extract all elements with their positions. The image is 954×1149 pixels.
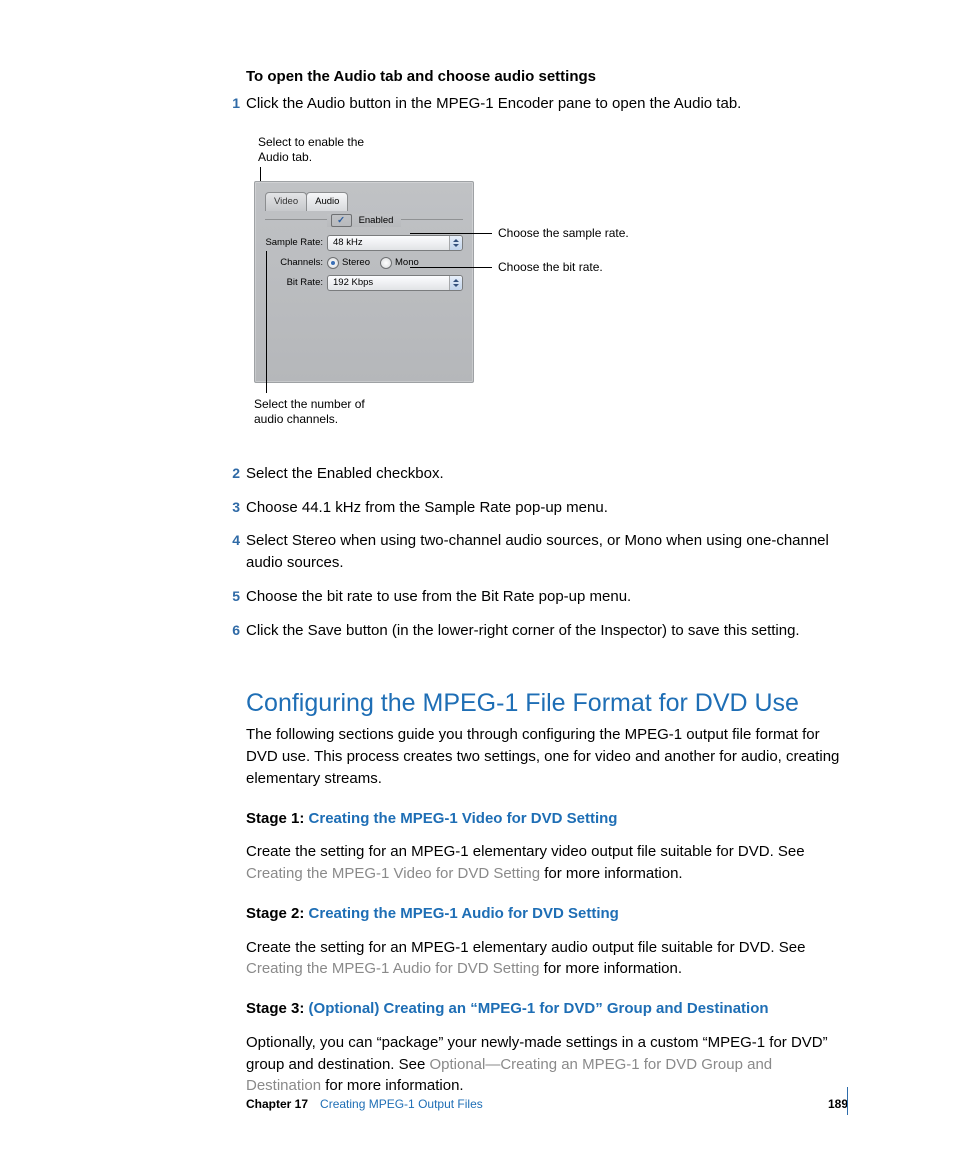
step-text: Choose 44.1 kHz from the Sample Rate pop… xyxy=(246,499,608,516)
section-intro: The following sections guide you through… xyxy=(246,724,848,789)
step-2: 2Select the Enabled checkbox. xyxy=(246,463,848,485)
radio-stereo[interactable] xyxy=(327,257,339,269)
step-text: Click the Save button (in the lower-righ… xyxy=(246,622,800,639)
stage3-body: Optionally, you can “package” your newly… xyxy=(246,1032,848,1097)
section-title: Configuring the MPEG-1 File Format for D… xyxy=(246,689,848,718)
step-text: Choose the bit rate to use from the Bit … xyxy=(246,588,631,605)
channels-label: Channels: xyxy=(265,256,327,270)
step-5: 5Choose the bit rate to use from the Bit… xyxy=(246,586,848,608)
footer-chapter: Chapter 17 xyxy=(246,1097,308,1111)
page-footer: Chapter 17 Creating MPEG-1 Output Files … xyxy=(246,1097,848,1111)
stage1-body: Create the setting for an MPEG-1 element… xyxy=(246,841,848,885)
callout-enable: Select to enable the Audio tab. xyxy=(258,135,368,165)
tab-audio[interactable]: Audio xyxy=(306,192,348,211)
bitrate-label: Bit Rate: xyxy=(265,276,327,290)
encoder-panel: Video Audio ✓ Enabled xyxy=(254,181,474,383)
bitrate-popup[interactable]: 192 Kbps xyxy=(327,275,463,291)
page-number: 189 xyxy=(828,1097,848,1111)
stereo-label: Stereo xyxy=(342,256,370,270)
sample-rate-popup[interactable]: 48 kHz xyxy=(327,235,463,251)
step-list: 1Click the Audio button in the MPEG-1 En… xyxy=(246,93,848,641)
step-4: 4Select Stereo when using two-channel au… xyxy=(246,530,848,574)
encoder-figure: Select to enable the Audio tab. Video Au… xyxy=(246,135,848,435)
radio-mono[interactable] xyxy=(380,257,392,269)
stage2-title: Stage 2: Creating the MPEG-1 Audio for D… xyxy=(246,903,848,925)
task-heading: To open the Audio tab and choose audio s… xyxy=(246,68,848,85)
stage2-body: Create the setting for an MPEG-1 element… xyxy=(246,937,848,981)
callout-sample-rate: Choose the sample rate. xyxy=(498,226,629,241)
callout-channels: Select the number of audio channels. xyxy=(254,397,384,427)
mono-label: Mono xyxy=(395,256,419,270)
step-text: Select Stereo when using two-channel aud… xyxy=(246,532,829,571)
stage1-xref[interactable]: Creating the MPEG-1 Video for DVD Settin… xyxy=(246,865,540,882)
stage1-title: Stage 1: Creating the MPEG-1 Video for D… xyxy=(246,808,848,830)
stage2-xref[interactable]: Creating the MPEG-1 Audio for DVD Settin… xyxy=(246,960,539,977)
footer-chapter-title: Creating MPEG-1 Output Files xyxy=(320,1097,483,1111)
footer-rule xyxy=(847,1087,848,1115)
enabled-label: Enabled xyxy=(355,214,398,228)
stage3-title: Stage 3: (Optional) Creating an “MPEG-1 … xyxy=(246,998,848,1020)
sample-rate-label: Sample Rate: xyxy=(265,236,327,250)
step-1: 1Click the Audio button in the MPEG-1 En… xyxy=(246,93,848,435)
step-6: 6Click the Save button (in the lower-rig… xyxy=(246,620,848,642)
stage1-link[interactable]: Creating the MPEG-1 Video for DVD Settin… xyxy=(309,810,618,827)
callout-bit-rate: Choose the bit rate. xyxy=(498,260,603,275)
step-3: 3Choose 44.1 kHz from the Sample Rate po… xyxy=(246,497,848,519)
step-text: Click the Audio button in the MPEG-1 Enc… xyxy=(246,95,741,112)
stage3-link[interactable]: (Optional) Creating an “MPEG-1 for DVD” … xyxy=(309,1000,769,1017)
step-text: Select the Enabled checkbox. xyxy=(246,465,444,482)
stage2-link[interactable]: Creating the MPEG-1 Audio for DVD Settin… xyxy=(309,905,619,922)
tab-video[interactable]: Video xyxy=(265,192,307,211)
enabled-checkbox[interactable]: ✓ xyxy=(331,214,352,227)
